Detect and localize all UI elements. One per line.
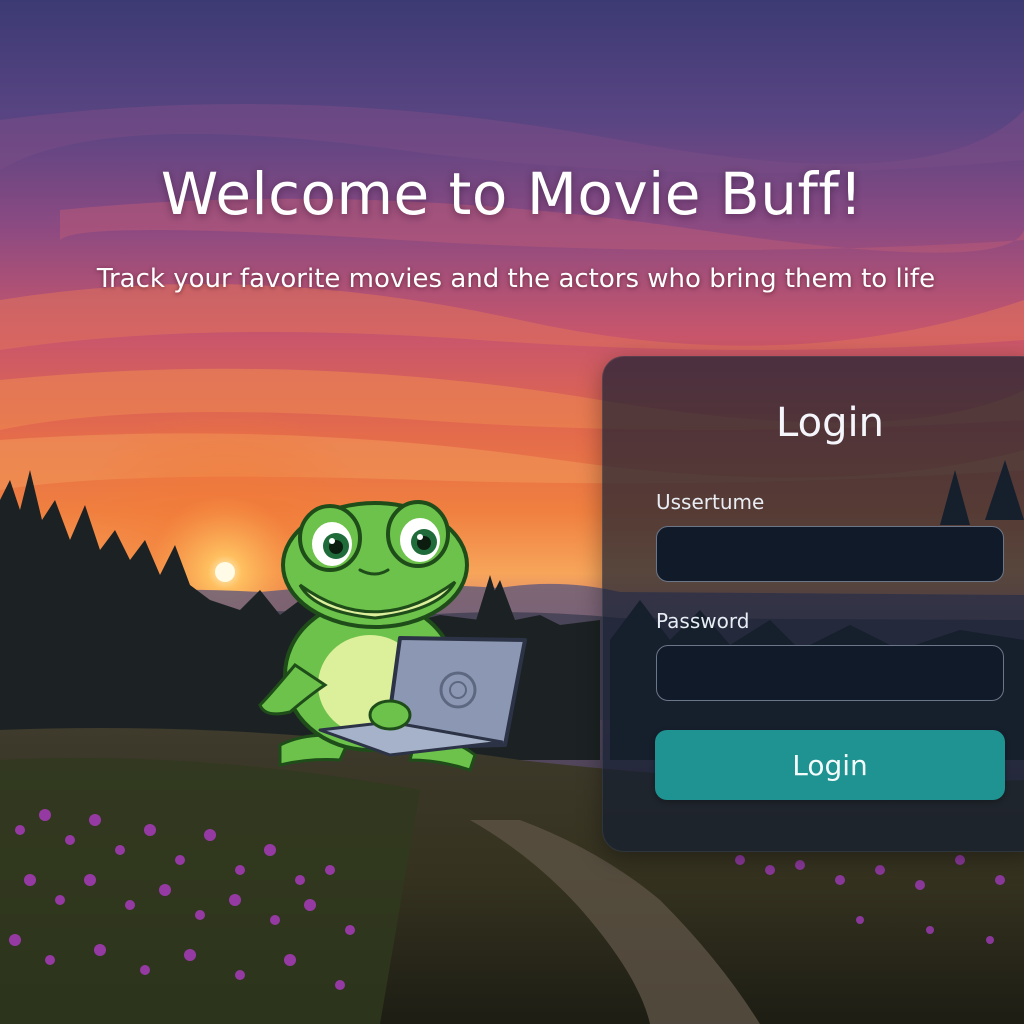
username-label: Ussertume [656,490,765,514]
page-subtitle: Track your favorite movies and the actor… [96,264,936,294]
login-title: Login [776,400,884,446]
page-title: Welcome to Movie Buff! [160,160,864,228]
password-input[interactable] [656,645,1004,701]
frog-mascot-icon [258,500,527,772]
login-button[interactable]: Login [655,730,1005,800]
password-label: Password [656,609,750,633]
username-input[interactable] [656,526,1004,582]
